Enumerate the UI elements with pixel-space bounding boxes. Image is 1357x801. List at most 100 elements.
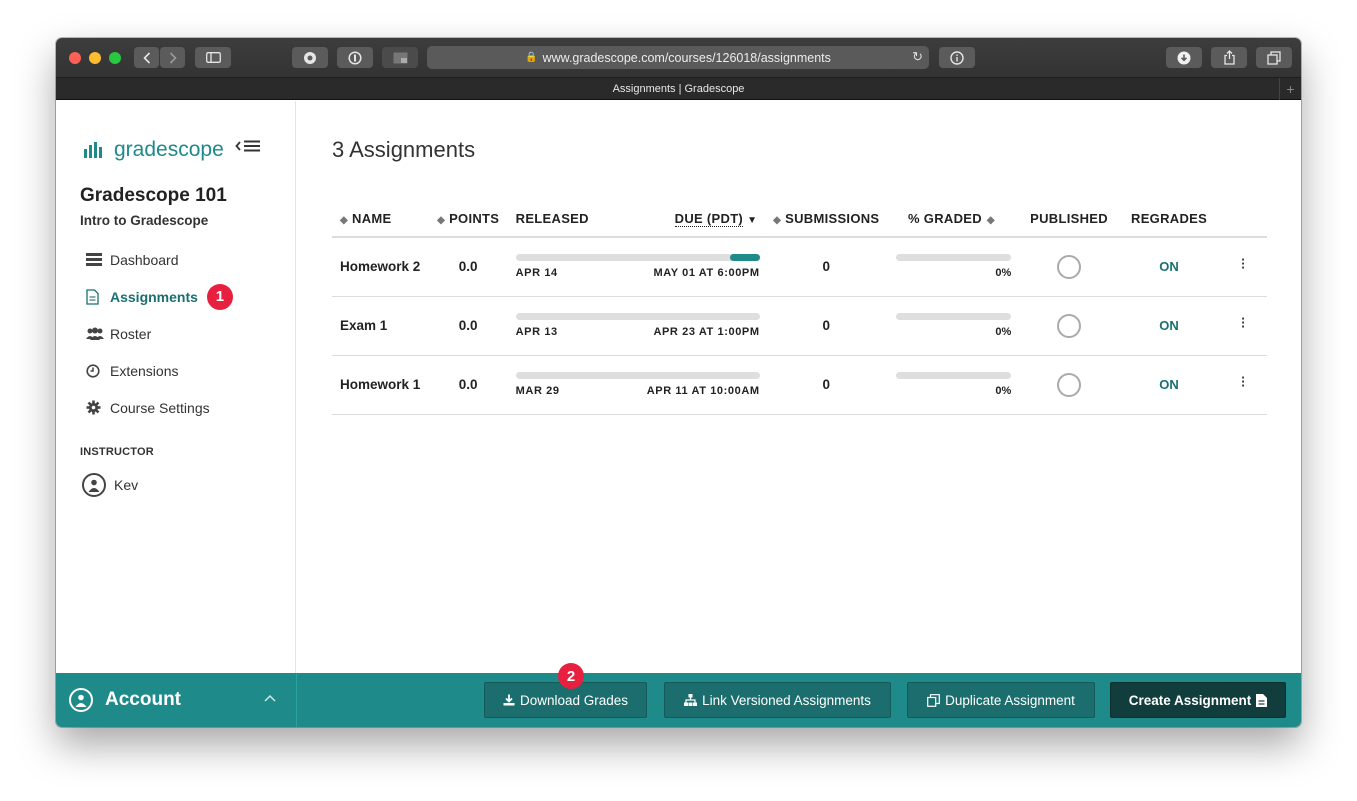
sidebar-item-extensions[interactable]: Extensions [80, 352, 280, 389]
regrades-status[interactable]: ON [1118, 237, 1220, 297]
assignment-timeline: MAR 29 APR 11 AT 10:00AM [507, 355, 766, 415]
publish-toggle[interactable] [1057, 372, 1082, 397]
published-cell [1019, 237, 1119, 297]
link-versioned-assignments-button[interactable]: Link Versioned Assignments [664, 682, 891, 718]
publish-toggle[interactable] [1057, 313, 1082, 338]
row-actions-button[interactable]: · · · [1219, 296, 1267, 356]
collapse-sidebar-button[interactable] [235, 139, 261, 153]
password-manager-icon [348, 50, 362, 65]
graded-progress-bar [896, 313, 1012, 320]
chevron-up-icon [264, 691, 276, 705]
dashboard-icon [80, 253, 110, 266]
new-tab-button[interactable]: + [1279, 78, 1301, 100]
row-actions-button[interactable]: · · · [1219, 237, 1267, 297]
column-header-released[interactable]: RELEASED [516, 211, 589, 226]
minimize-window-button[interactable] [89, 52, 101, 64]
assignment-name[interactable]: Homework 2 [332, 237, 429, 297]
sidebar-item-label: Course Settings [110, 399, 210, 416]
table-row: Exam 1 0.0 APR 13 APR 23 AT 1:00PM 0 0% O… [332, 296, 1267, 356]
info-icon [950, 50, 964, 65]
column-header-graded[interactable]: % GRADED ◆ [887, 201, 1020, 238]
sidebar-item-label: Assignments [110, 288, 198, 305]
instructor-user[interactable]: Kev [82, 473, 138, 497]
column-header-submissions[interactable]: ◆ SUBMISSIONS [765, 201, 888, 238]
regrades-status[interactable]: ON [1118, 355, 1220, 415]
column-header-released-due: RELEASED DUE (PDT) ▼ [507, 201, 766, 238]
page-title: 3 Assignments [332, 137, 476, 162]
publish-toggle[interactable] [1057, 254, 1082, 279]
step-badge-1: 1 [206, 283, 233, 310]
sidebar-item-dashboard[interactable]: Dashboard [80, 241, 280, 278]
download-icon [503, 694, 515, 706]
timeline-track [515, 254, 760, 262]
address-bar[interactable]: 🔒 www.gradescope.com/courses/126018/assi… [427, 46, 929, 69]
page-info-button[interactable] [939, 47, 975, 68]
tab-bar: Assignments | Gradescope + [56, 78, 1301, 100]
sidebar-item-assignments[interactable]: Assignments 1 [80, 278, 280, 315]
downloads-button[interactable] [1166, 47, 1202, 68]
sidebar-item-roster[interactable]: Roster [80, 315, 280, 352]
assignment-name[interactable]: Homework 1 [332, 355, 429, 415]
submission-count[interactable]: 0 [765, 296, 888, 356]
forward-button[interactable] [160, 47, 185, 68]
tab-title[interactable]: Assignments | Gradescope [613, 83, 745, 95]
account-menu-button[interactable]: Account [56, 673, 296, 727]
back-button[interactable] [134, 47, 159, 68]
lock-icon: 🔒 [525, 52, 538, 63]
password-manager-button[interactable] [337, 47, 373, 68]
assignment-timeline: APR 13 APR 23 AT 1:00PM [507, 296, 766, 356]
release-date: APR 13 [515, 326, 558, 338]
row-actions-button[interactable]: · · · [1219, 355, 1267, 415]
sidebar-icon [205, 52, 221, 63]
zoom-window-button[interactable] [109, 52, 121, 64]
account-icon [69, 688, 93, 712]
submission-count[interactable]: 0 [765, 237, 888, 297]
table-row: Homework 1 0.0 MAR 29 APR 11 AT 10:00AM 0… [332, 355, 1267, 415]
sort-icon: ◆ [986, 215, 995, 226]
release-date: APR 14 [515, 267, 558, 280]
sidebar-toggle-button[interactable] [195, 47, 231, 68]
column-header-name[interactable]: ◆ NAME [332, 201, 429, 238]
sort-icon: ◆ [773, 215, 782, 226]
graded-cell: 0% [887, 355, 1020, 415]
tab-overview-button[interactable] [1256, 47, 1292, 68]
published-cell [1019, 296, 1119, 356]
column-header-points[interactable]: ◆ POINTS [428, 201, 508, 238]
gradescope-logo[interactable]: gradescope [84, 138, 224, 162]
share-button[interactable] [1211, 47, 1247, 68]
user-avatar-icon [82, 473, 106, 497]
assignments-table: ◆ NAME ◆ POINTS RELEASED DUE (PDT) ▼ ◆ SUBMI… [332, 201, 1267, 415]
due-date: APR 11 AT 10:00AM [646, 385, 760, 397]
tabs-icon [1267, 50, 1281, 65]
due-date: APR 23 AT 1:00PM [653, 326, 760, 338]
course-sidebar: gradescope Gradescope 101 Intro to Grade… [56, 101, 296, 673]
submission-count[interactable]: 0 [765, 355, 888, 415]
logo-bars-icon [84, 142, 102, 158]
column-header-regrades: REGRADES [1118, 201, 1220, 238]
terminal-extension-button[interactable] [382, 47, 418, 68]
url-text: www.gradescope.com/courses/126018/assign… [542, 50, 831, 65]
reload-icon[interactable]: ↻ [912, 49, 923, 65]
assignment-points: 0.0 [428, 355, 508, 415]
create-assignment-button[interactable]: Create Assignment [1110, 682, 1286, 718]
column-header-due[interactable]: DUE (PDT) ▼ [674, 211, 758, 227]
regrades-status[interactable]: ON [1118, 296, 1220, 356]
extension-button-1[interactable] [292, 47, 328, 68]
logo-text: gradescope [114, 138, 224, 161]
browser-window: 🔒 www.gradescope.com/courses/126018/assi… [56, 38, 1301, 727]
timeline-track [515, 313, 760, 320]
chevron-left-icon [142, 51, 150, 64]
assignment-name[interactable]: Exam 1 [332, 296, 429, 356]
step-badge-2: 2 [558, 663, 584, 689]
document-icon [80, 288, 110, 305]
browser-toolbar: 🔒 www.gradescope.com/courses/126018/assi… [56, 38, 1301, 78]
chevron-right-icon [169, 51, 177, 64]
people-icon [80, 327, 110, 341]
table-header-row: ◆ NAME ◆ POINTS RELEASED DUE (PDT) ▼ ◆ SUBMI… [332, 201, 1267, 238]
close-window-button[interactable] [69, 52, 81, 64]
sidebar-item-course-settings[interactable]: Course Settings [80, 389, 280, 426]
collapse-menu-icon [235, 140, 260, 152]
duplicate-assignment-button[interactable]: Duplicate Assignment [907, 682, 1095, 718]
sort-icon: ◆ [340, 215, 348, 226]
privacy-shield-icon [304, 51, 316, 64]
